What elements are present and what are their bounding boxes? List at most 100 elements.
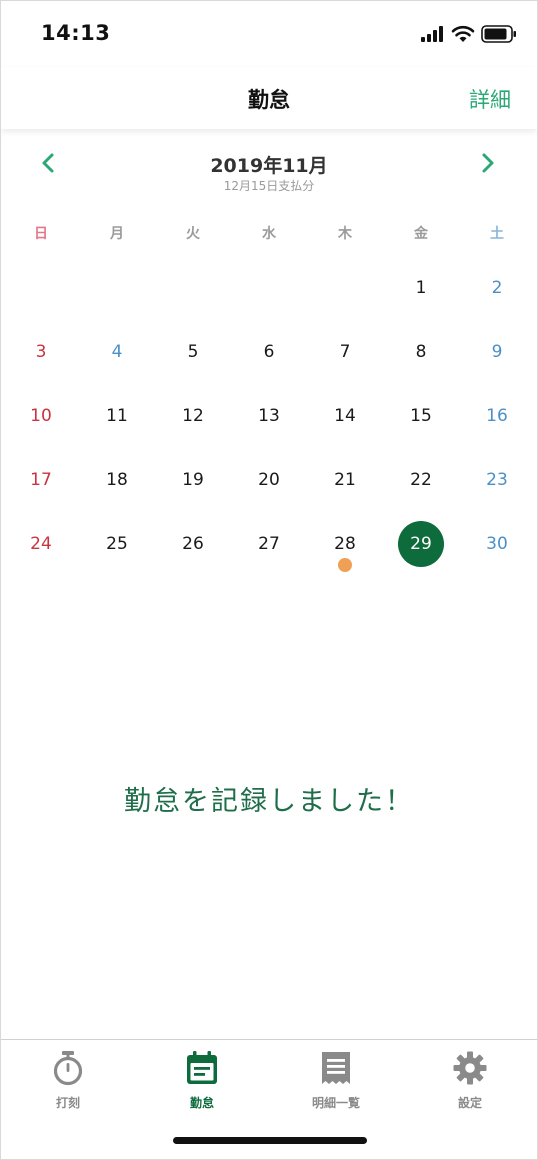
- tab-label: 設定: [457, 1096, 482, 1110]
- calendar-week: 3 4 5 6 7 8 9: [3, 320, 535, 384]
- day-number: 27: [258, 534, 280, 554]
- calendar-day[interactable]: 3: [3, 320, 79, 384]
- payment-note: 12月15日支払分: [223, 179, 315, 193]
- calendar-day[interactable]: 26: [155, 512, 231, 576]
- day-number: 15: [410, 406, 432, 426]
- day-number: 11: [106, 406, 128, 426]
- weekday-label: 土: [490, 226, 504, 242]
- day-number: 16: [486, 406, 508, 426]
- calendar-day[interactable]: 9: [459, 320, 535, 384]
- calendar-day[interactable]: 14: [307, 384, 383, 448]
- calendar-day[interactable]: 25: [79, 512, 155, 576]
- calendar-icon: [187, 1051, 217, 1084]
- calendar-week: 10 11 12 13 14 15 16: [3, 384, 535, 448]
- day-number: 18: [106, 470, 128, 490]
- calendar-day[interactable]: 16: [459, 384, 535, 448]
- weekday-label: 木: [338, 226, 352, 242]
- day-number: 13: [258, 406, 280, 426]
- calendar-day[interactable]: 22: [383, 448, 459, 512]
- weekday-header: 日 月 火 水 木 金 土: [3, 223, 535, 247]
- day-number: 28: [334, 534, 356, 554]
- tab-punch[interactable]: 打刻: [1, 1048, 135, 1112]
- calendar-day[interactable]: 6: [231, 320, 307, 384]
- calendar-day[interactable]: 18: [79, 448, 155, 512]
- wifi-icon: [451, 25, 475, 42]
- day-number: 6: [263, 342, 275, 362]
- day-number: 5: [187, 342, 199, 362]
- day-number: 10: [30, 406, 52, 426]
- day-number: 20: [258, 470, 280, 490]
- calendar-day-empty: [307, 256, 383, 320]
- app-screen: 14:13 勤怠 詳細 2019年11月 12月15日支払分 日 月 火 水 木…: [0, 0, 538, 1160]
- battery-icon: [481, 25, 516, 43]
- day-number: 4: [111, 342, 123, 362]
- calendar-day[interactable]: 24: [3, 512, 79, 576]
- day-number: 8: [415, 342, 427, 362]
- day-number: 9: [491, 342, 503, 362]
- calendar-day[interactable]: 15: [383, 384, 459, 448]
- weekday-label: 金: [414, 226, 428, 242]
- day-number: 26: [182, 534, 204, 554]
- tab-label: 打刻: [55, 1096, 80, 1110]
- status-time: 14:13: [41, 21, 111, 45]
- calendar-day[interactable]: 2: [459, 256, 535, 320]
- calendar-day[interactable]: 5: [155, 320, 231, 384]
- calendar-day-selected[interactable]: 29: [383, 512, 459, 576]
- tab-label: 勤怠: [189, 1096, 214, 1110]
- weekday-label: 日: [34, 226, 48, 242]
- day-number: 3: [35, 342, 47, 362]
- nav-bar: 勤怠 詳細: [1, 67, 537, 129]
- status-bar: 14:13: [1, 1, 537, 67]
- weekday-label: 水: [262, 226, 276, 242]
- signal-icon: [421, 26, 443, 42]
- calendar-day[interactable]: 10: [3, 384, 79, 448]
- status-icons: [421, 25, 517, 43]
- calendar-week: 1 2: [3, 256, 535, 320]
- day-number: 29: [410, 534, 432, 554]
- calendar-day[interactable]: 21: [307, 448, 383, 512]
- stopwatch-icon: [53, 1051, 83, 1086]
- calendar-day-empty: [155, 256, 231, 320]
- calendar-week: 24 25 26 27 28 29 30: [3, 512, 535, 576]
- confirmation-message: 勤怠を記録しました！: [124, 786, 414, 817]
- calendar-day[interactable]: 30: [459, 512, 535, 576]
- calendar-day[interactable]: 20: [231, 448, 307, 512]
- day-number: 7: [339, 342, 351, 362]
- calendar-grid: 1 2 3 4 5 6 7 8 9 10 11 12 13 14 15 16 1…: [3, 256, 535, 576]
- calendar-day-marked[interactable]: 28: [307, 512, 383, 576]
- calendar-day[interactable]: 4: [79, 320, 155, 384]
- day-number: 23: [486, 470, 508, 490]
- calendar-day[interactable]: 17: [3, 448, 79, 512]
- chevron-right-icon[interactable]: [475, 151, 499, 175]
- calendar-week: 17 18 19 20 21 22 23: [3, 448, 535, 512]
- calendar-day[interactable]: 23: [459, 448, 535, 512]
- day-number: 25: [106, 534, 128, 554]
- tab-settings[interactable]: 設定: [403, 1048, 537, 1112]
- receipt-icon: [322, 1052, 350, 1084]
- calendar-day[interactable]: 11: [79, 384, 155, 448]
- day-number: 2: [491, 278, 503, 298]
- day-number: 17: [30, 470, 52, 490]
- calendar-day[interactable]: 8: [383, 320, 459, 384]
- month-header: 2019年11月 12月15日支払分: [1, 139, 537, 199]
- calendar-day[interactable]: 13: [231, 384, 307, 448]
- day-number: 22: [410, 470, 432, 490]
- calendar-day-empty: [231, 256, 307, 320]
- day-number: 19: [182, 470, 204, 490]
- day-number: 1: [415, 278, 427, 298]
- calendar-day[interactable]: 1: [383, 256, 459, 320]
- tab-attendance[interactable]: 勤怠: [135, 1048, 269, 1112]
- calendar-day[interactable]: 7: [307, 320, 383, 384]
- calendar-day[interactable]: 19: [155, 448, 231, 512]
- detail-button[interactable]: 詳細: [469, 84, 511, 114]
- day-number: 21: [334, 470, 356, 490]
- calendar-day[interactable]: 12: [155, 384, 231, 448]
- month-title: 2019年11月: [210, 155, 328, 177]
- day-number: 24: [30, 534, 52, 554]
- gear-icon: [453, 1051, 487, 1085]
- day-number: 30: [486, 534, 508, 554]
- tab-statements[interactable]: 明細一覧: [269, 1048, 403, 1112]
- attendance-marker-dot: [338, 558, 352, 572]
- calendar-day[interactable]: 27: [231, 512, 307, 576]
- weekday-label: 火: [186, 226, 200, 242]
